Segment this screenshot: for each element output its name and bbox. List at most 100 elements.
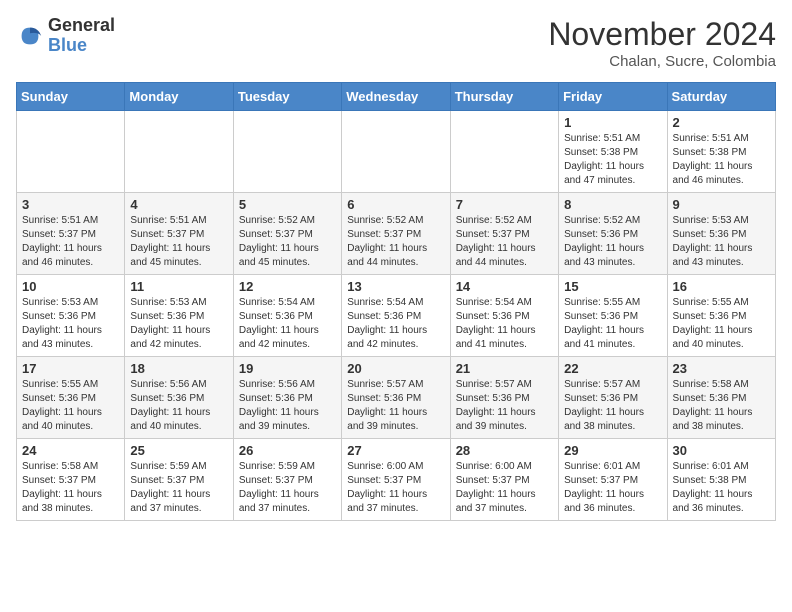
calendar-cell: [342, 111, 450, 193]
day-info: Sunrise: 6:01 AM Sunset: 5:37 PM Dayligh…: [564, 460, 661, 516]
day-info: Sunrise: 5:59 AM Sunset: 5:37 PM Dayligh…: [130, 460, 227, 516]
calendar-week-row-1: 1 Sunrise: 5:51 AM Sunset: 5:38 PM Daylig…: [17, 111, 776, 193]
day-info: Sunrise: 5:56 AM Sunset: 5:36 PM Dayligh…: [130, 378, 227, 434]
day-number: 21: [456, 361, 553, 376]
day-info: Sunrise: 5:58 AM Sunset: 5:37 PM Dayligh…: [22, 460, 119, 516]
calendar-cell: [17, 111, 125, 193]
day-info: Sunrise: 5:52 AM Sunset: 5:37 PM Dayligh…: [456, 214, 553, 270]
day-info: Sunrise: 5:57 AM Sunset: 5:36 PM Dayligh…: [564, 378, 661, 434]
calendar-cell: 4 Sunrise: 5:51 AM Sunset: 5:37 PM Daylig…: [125, 193, 233, 275]
day-number: 2: [673, 115, 770, 130]
weekday-header-monday: Monday: [125, 83, 233, 111]
weekday-header-friday: Friday: [559, 83, 667, 111]
day-info: Sunrise: 5:53 AM Sunset: 5:36 PM Dayligh…: [673, 214, 770, 270]
weekday-header-sunday: Sunday: [17, 83, 125, 111]
calendar-cell: 26 Sunrise: 5:59 AM Sunset: 5:37 PM Dayli…: [233, 439, 341, 521]
calendar-cell: 5Sunrise: 5:52 AM Sunset: 5:37 PM Daylig…: [233, 193, 341, 275]
day-info: Sunrise: 5:59 AM Sunset: 5:37 PM Dayligh…: [239, 460, 336, 516]
location: Chalan, Sucre, Colombia: [548, 53, 776, 70]
page-header: General Blue November 2024 Chalan, Sucre…: [16, 16, 776, 70]
calendar-cell: 30Sunrise: 6:01 AM Sunset: 5:38 PM Dayli…: [667, 439, 775, 521]
weekday-header-thursday: Thursday: [450, 83, 558, 111]
day-number: 16: [673, 279, 770, 294]
calendar-week-row-2: 3 Sunrise: 5:51 AM Sunset: 5:37 PM Daylig…: [17, 193, 776, 275]
day-info: Sunrise: 5:58 AM Sunset: 5:36 PM Dayligh…: [673, 378, 770, 434]
logo-icon: [16, 22, 44, 50]
day-number: 28: [456, 443, 553, 458]
day-number: 18: [130, 361, 227, 376]
day-info: Sunrise: 5:51 AM Sunset: 5:38 PM Dayligh…: [564, 132, 661, 188]
calendar-cell: 27 Sunrise: 6:00 AM Sunset: 5:37 PM Dayli…: [342, 439, 450, 521]
day-number: 13: [347, 279, 444, 294]
day-number: 24: [22, 443, 119, 458]
day-info: Sunrise: 5:53 AM Sunset: 5:36 PM Dayligh…: [130, 296, 227, 352]
weekday-header-wednesday: Wednesday: [342, 83, 450, 111]
day-info: Sunrise: 5:56 AM Sunset: 5:36 PM Dayligh…: [239, 378, 336, 434]
day-number: 4: [130, 197, 227, 212]
calendar-cell: [125, 111, 233, 193]
day-number: 23: [673, 361, 770, 376]
day-number: 17: [22, 361, 119, 376]
day-number: 19: [239, 361, 336, 376]
day-info: Sunrise: 5:51 AM Sunset: 5:37 PM Dayligh…: [130, 214, 227, 270]
day-number: 15: [564, 279, 661, 294]
calendar-week-row-4: 17 Sunrise: 5:55 AM Sunset: 5:36 PM Dayli…: [17, 357, 776, 439]
month-year: November 2024: [548, 16, 776, 53]
day-info: Sunrise: 5:53 AM Sunset: 5:36 PM Dayligh…: [22, 296, 119, 352]
day-info: Sunrise: 5:54 AM Sunset: 5:36 PM Dayligh…: [347, 296, 444, 352]
day-number: 25: [130, 443, 227, 458]
calendar-cell: 19 Sunrise: 5:56 AM Sunset: 5:36 PM Dayli…: [233, 357, 341, 439]
day-info: Sunrise: 5:55 AM Sunset: 5:36 PM Dayligh…: [564, 296, 661, 352]
calendar: SundayMondayTuesdayWednesdayThursdayFrid…: [16, 82, 776, 521]
day-info: Sunrise: 5:54 AM Sunset: 5:36 PM Dayligh…: [456, 296, 553, 352]
calendar-cell: 7Sunrise: 5:52 AM Sunset: 5:37 PM Daylig…: [450, 193, 558, 275]
calendar-cell: [233, 111, 341, 193]
day-number: 12: [239, 279, 336, 294]
day-number: 10: [22, 279, 119, 294]
day-info: Sunrise: 5:52 AM Sunset: 5:36 PM Dayligh…: [564, 214, 661, 270]
calendar-cell: 17 Sunrise: 5:55 AM Sunset: 5:36 PM Dayli…: [17, 357, 125, 439]
day-number: 3: [22, 197, 119, 212]
calendar-cell: 12 Sunrise: 5:54 AM Sunset: 5:36 PM Dayli…: [233, 275, 341, 357]
day-info: Sunrise: 5:55 AM Sunset: 5:36 PM Dayligh…: [673, 296, 770, 352]
calendar-cell: [450, 111, 558, 193]
calendar-cell: 24 Sunrise: 5:58 AM Sunset: 5:37 PM Dayli…: [17, 439, 125, 521]
calendar-cell: 9 Sunrise: 5:53 AM Sunset: 5:36 PM Daylig…: [667, 193, 775, 275]
day-number: 22: [564, 361, 661, 376]
calendar-cell: 22 Sunrise: 5:57 AM Sunset: 5:36 PM Dayli…: [559, 357, 667, 439]
calendar-cell: 8 Sunrise: 5:52 AM Sunset: 5:36 PM Daylig…: [559, 193, 667, 275]
day-number: 20: [347, 361, 444, 376]
day-number: 5: [239, 197, 336, 212]
day-number: 27: [347, 443, 444, 458]
day-info: Sunrise: 5:55 AM Sunset: 5:36 PM Dayligh…: [22, 378, 119, 434]
calendar-cell: 18 Sunrise: 5:56 AM Sunset: 5:36 PM Dayli…: [125, 357, 233, 439]
day-number: 11: [130, 279, 227, 294]
day-info: Sunrise: 6:00 AM Sunset: 5:37 PM Dayligh…: [456, 460, 553, 516]
calendar-cell: 21Sunrise: 5:57 AM Sunset: 5:36 PM Dayli…: [450, 357, 558, 439]
day-number: 9: [673, 197, 770, 212]
calendar-cell: 16 Sunrise: 5:55 AM Sunset: 5:36 PM Dayli…: [667, 275, 775, 357]
day-info: Sunrise: 5:51 AM Sunset: 5:38 PM Dayligh…: [673, 132, 770, 188]
weekday-header-saturday: Saturday: [667, 83, 775, 111]
calendar-cell: 13 Sunrise: 5:54 AM Sunset: 5:36 PM Dayli…: [342, 275, 450, 357]
weekday-header-row: SundayMondayTuesdayWednesdayThursdayFrid…: [17, 83, 776, 111]
day-info: Sunrise: 5:54 AM Sunset: 5:36 PM Dayligh…: [239, 296, 336, 352]
calendar-cell: 15 Sunrise: 5:55 AM Sunset: 5:36 PM Dayli…: [559, 275, 667, 357]
day-number: 1: [564, 115, 661, 130]
calendar-cell: 11 Sunrise: 5:53 AM Sunset: 5:36 PM Dayli…: [125, 275, 233, 357]
calendar-cell: 2 Sunrise: 5:51 AM Sunset: 5:38 PM Daylig…: [667, 111, 775, 193]
day-info: Sunrise: 6:00 AM Sunset: 5:37 PM Dayligh…: [347, 460, 444, 516]
logo-text: General Blue: [48, 16, 115, 56]
day-number: 26: [239, 443, 336, 458]
calendar-cell: 3 Sunrise: 5:51 AM Sunset: 5:37 PM Daylig…: [17, 193, 125, 275]
day-info: Sunrise: 5:51 AM Sunset: 5:37 PM Dayligh…: [22, 214, 119, 270]
calendar-week-row-3: 10 Sunrise: 5:53 AM Sunset: 5:36 PM Dayli…: [17, 275, 776, 357]
calendar-cell: 29 Sunrise: 6:01 AM Sunset: 5:37 PM Dayli…: [559, 439, 667, 521]
calendar-cell: 14 Sunrise: 5:54 AM Sunset: 5:36 PM Dayli…: [450, 275, 558, 357]
day-number: 8: [564, 197, 661, 212]
day-info: Sunrise: 5:57 AM Sunset: 5:36 PM Dayligh…: [347, 378, 444, 434]
calendar-cell: 1 Sunrise: 5:51 AM Sunset: 5:38 PM Daylig…: [559, 111, 667, 193]
day-number: 29: [564, 443, 661, 458]
day-number: 14: [456, 279, 553, 294]
calendar-cell: 25 Sunrise: 5:59 AM Sunset: 5:37 PM Dayli…: [125, 439, 233, 521]
